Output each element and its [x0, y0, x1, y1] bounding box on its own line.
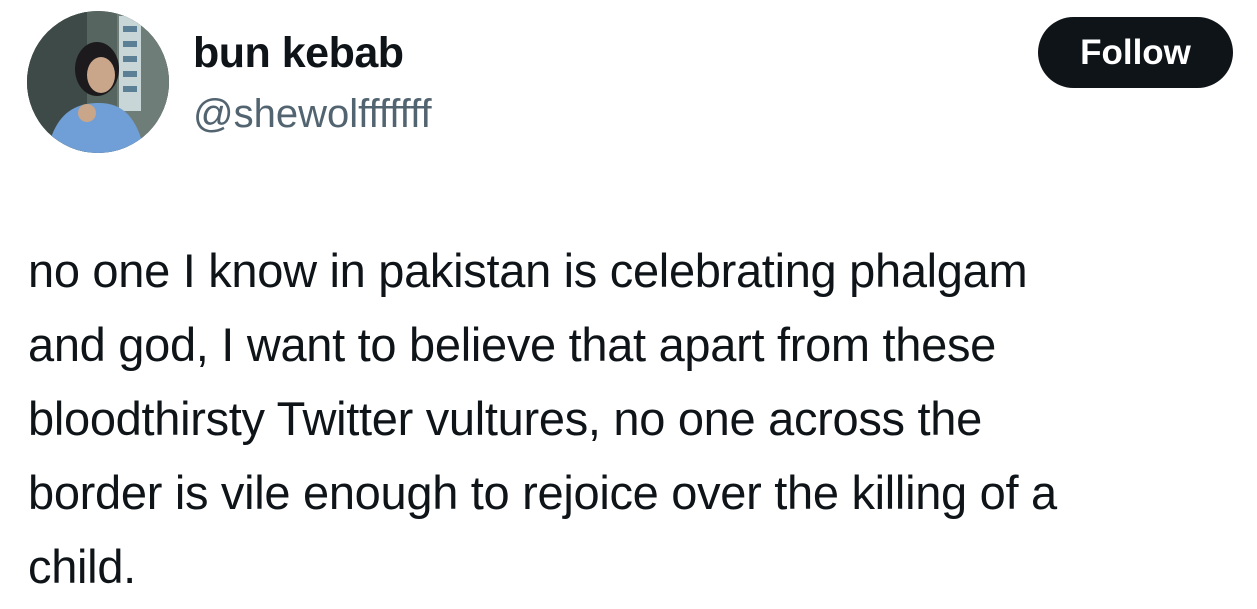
tweet-text-line: border is vile enough to rejoice over th… [28, 466, 1057, 519]
follow-button[interactable]: Follow [1038, 17, 1233, 88]
tweet-text-line: no one I know in pakistan is celebrating… [28, 244, 1028, 297]
user-handle[interactable]: @shewolfffffff [193, 91, 432, 137]
tweet-text-line: child. [28, 540, 136, 593]
tweet-text-line: and god, I want to believe that apart fr… [28, 318, 996, 371]
tweet-text: no one I know in pakistan is celebrating… [28, 234, 1238, 604]
avatar-photo-icon [27, 11, 169, 153]
tweet-text-line: bloodthirsty Twitter vultures, no one ac… [28, 392, 982, 445]
avatar[interactable] [27, 11, 169, 153]
display-name[interactable]: bun kebab [193, 28, 404, 78]
